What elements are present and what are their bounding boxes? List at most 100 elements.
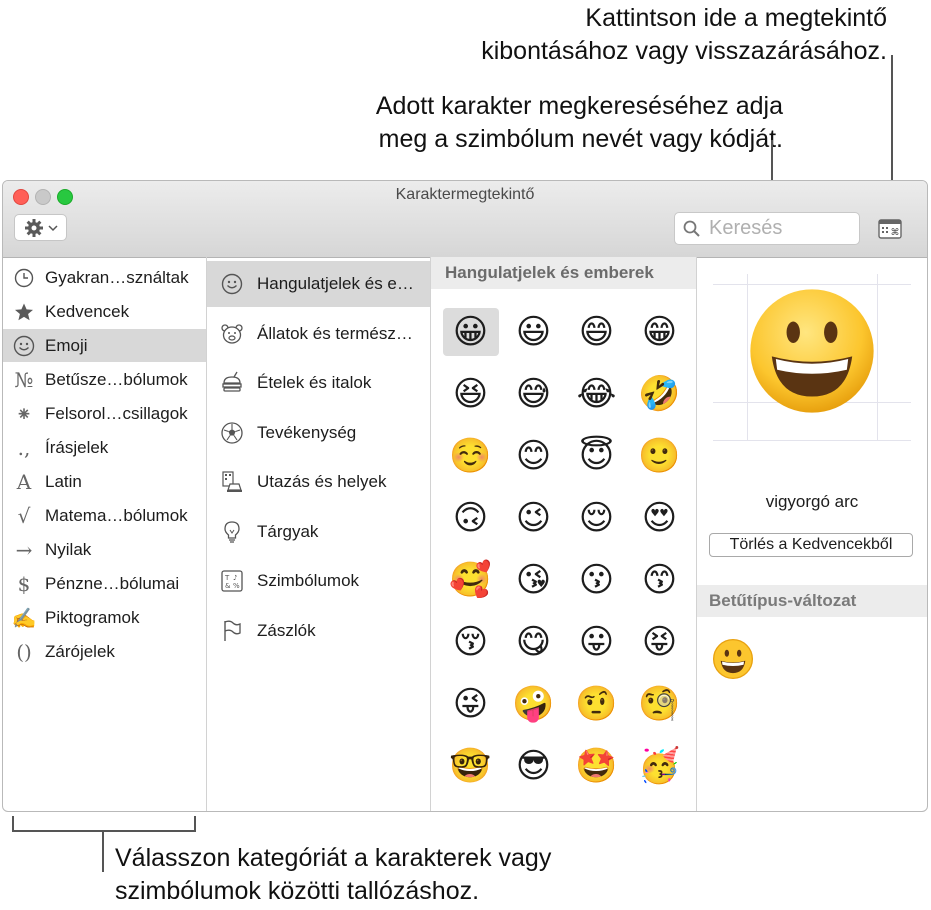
- chevron-down-icon: [47, 224, 58, 231]
- category-item[interactable]: ., Írásjelek: [3, 431, 206, 464]
- emoji-cell[interactable]: 😗: [565, 549, 628, 611]
- emoji-cell[interactable]: 😇: [565, 425, 628, 487]
- emoji-cell[interactable]: 🤪: [502, 673, 565, 735]
- category-label: Matema…bólumok: [45, 505, 188, 525]
- smiley-icon: [219, 273, 245, 295]
- emoji-cell[interactable]: 🥰: [439, 549, 502, 611]
- svg-text:⌘: ⌘: [891, 228, 900, 238]
- smiley-icon: [13, 335, 35, 357]
- dollar-icon: $: [17, 571, 31, 596]
- emoji-cell[interactable]: 😒: [502, 797, 565, 811]
- emoji-cell[interactable]: 😌: [565, 487, 628, 549]
- bear-icon: [219, 322, 245, 346]
- numero-icon: №: [14, 367, 34, 392]
- category-item[interactable]: √ Matema…bólumok: [3, 499, 206, 532]
- emoji-cell[interactable]: 😅: [502, 363, 565, 425]
- category-item[interactable]: Kedvencek: [3, 295, 206, 328]
- emoji-cell[interactable]: 😛: [565, 611, 628, 673]
- subcategory-item[interactable]: Ételek és italok: [207, 360, 430, 406]
- emoji-cell[interactable]: 🥳: [628, 735, 691, 797]
- category-label: Emoji: [45, 335, 88, 355]
- bracket-line: [194, 816, 196, 832]
- search-field[interactable]: [674, 212, 860, 245]
- category-label: Latin: [45, 471, 82, 491]
- svg-text:T: T: [224, 574, 230, 582]
- arrow-icon: →: [15, 537, 33, 562]
- search-input[interactable]: [707, 216, 851, 241]
- titlebar: Karaktermegtekintő Keresés ⌘: [3, 181, 927, 258]
- star-icon: [13, 302, 35, 322]
- category-item[interactable]: № Betűsze…bólumok: [3, 363, 206, 396]
- subcategory-label: Zászlók: [257, 620, 316, 640]
- emoji-cell[interactable]: 😔: [628, 797, 691, 811]
- subcategory-item[interactable]: Utazás és helyek: [207, 459, 430, 505]
- category-label: Írásjelek: [45, 437, 109, 457]
- emoji-cell[interactable]: 😙: [628, 549, 691, 611]
- subcategory-item[interactable]: T ♪ &% Szimbólumok: [207, 558, 430, 604]
- car-building-icon: [219, 470, 245, 494]
- emoji-cell[interactable]: 🧐: [628, 673, 691, 735]
- category-label: Pénzne…bólumai: [45, 573, 180, 593]
- category-item[interactable]: A Latin: [3, 465, 206, 498]
- subcategory-label: Tevékenység: [257, 422, 357, 442]
- viewer-toggle-icon[interactable]: ⌘: [878, 219, 902, 239]
- subcategory-item[interactable]: Zászlók: [207, 608, 430, 654]
- emoji-grid-panel: Hangulatjelek és emberek 😀 😃 😄 😁 😆 😅 😂 🤣 ☺️ 😊 😇 🙂 🙃 😉…: [431, 257, 697, 811]
- emoji-cell[interactable]: 😁: [628, 301, 691, 363]
- subcategory-label: Ételek és italok: [257, 373, 372, 392]
- emoji-cell[interactable]: 😍: [628, 487, 691, 549]
- emoji-cell[interactable]: 🙃: [439, 487, 502, 549]
- callout-line: meg a szimbólum nevét vagy kódját.: [378, 125, 783, 153]
- emoji-cell[interactable]: 🤣: [628, 363, 691, 425]
- burger-icon: [219, 371, 245, 395]
- emoji-cell[interactable]: 🤩: [565, 735, 628, 797]
- callout-line: Válasszon kategóriát a karakterek vagy: [115, 844, 552, 872]
- emoji-cell[interactable]: 😚: [439, 611, 502, 673]
- emoji-cell[interactable]: 🙂: [628, 425, 691, 487]
- emoji-cell[interactable]: 😝: [628, 611, 691, 673]
- category-item[interactable]: Gyakran…sználtak: [3, 261, 206, 294]
- emoji-cell[interactable]: 😄: [565, 301, 628, 363]
- character-detail-panel: vigyorgó arc Törlés a Kedvencekből Betűt…: [697, 257, 927, 811]
- category-label: Zárójelek: [45, 641, 115, 661]
- emoji-cell[interactable]: 😀: [442, 308, 499, 356]
- asterisk-icon: ⁕: [15, 401, 33, 426]
- emoji-cell[interactable]: 😆: [439, 363, 502, 425]
- subcategory-label: Utazás és helyek: [257, 472, 387, 491]
- lightbulb-icon: [219, 520, 245, 544]
- emoji-cell[interactable]: 😏: [439, 797, 502, 811]
- parentheses-icon: (): [16, 639, 32, 664]
- emoji-cell[interactable]: 🤨: [565, 673, 628, 735]
- category-label: Gyakran…sználtak: [45, 267, 189, 287]
- subcategory-item[interactable]: Tárgyak: [207, 509, 430, 555]
- category-item[interactable]: () Zárójelek: [3, 635, 206, 668]
- action-menu-button[interactable]: [14, 214, 67, 241]
- emoji-cell[interactable]: ☺️: [439, 425, 502, 487]
- emoji-cell[interactable]: 😋: [502, 611, 565, 673]
- subcategory-label: Hangulatjelek és e…: [257, 274, 414, 293]
- category-item[interactable]: Emoji: [3, 329, 206, 362]
- remove-favorite-button[interactable]: Törlés a Kedvencekből: [709, 533, 913, 557]
- subcategory-item[interactable]: Tevékenység: [207, 410, 430, 456]
- category-item[interactable]: $ Pénzne…bólumai: [3, 567, 206, 600]
- emoji-cell[interactable]: 😊: [502, 425, 565, 487]
- emoji-cell[interactable]: 😘: [502, 549, 565, 611]
- category-item[interactable]: ⁕ Felsorol…csillagok: [3, 397, 206, 430]
- emoji-cell[interactable]: 😃: [502, 301, 565, 363]
- window-title: Karaktermegtekintő: [395, 186, 535, 203]
- emoji-cell[interactable]: 😞: [565, 797, 628, 811]
- character-preview: [713, 274, 911, 441]
- font-variant-grinning-face[interactable]: [711, 637, 755, 681]
- category-item[interactable]: → Nyilak: [3, 533, 206, 566]
- bracket-line: [12, 830, 196, 832]
- punctuation-icon: .,: [17, 435, 31, 460]
- emoji-cell[interactable]: 😉: [502, 487, 565, 549]
- category-item[interactable]: ✍ Piktogramok: [3, 601, 206, 634]
- subcategory-item[interactable]: Hangulatjelek és e…: [207, 261, 430, 307]
- subcategory-item[interactable]: Állatok és termész…: [207, 311, 430, 357]
- emoji-cell[interactable]: 🤓: [439, 735, 502, 797]
- emoji-cell[interactable]: 😎: [502, 735, 565, 797]
- emoji-cell[interactable]: 😜: [439, 673, 502, 735]
- emoji-cell[interactable]: 😂: [565, 363, 628, 425]
- subcategory-label: Állatok és termész…: [257, 323, 413, 343]
